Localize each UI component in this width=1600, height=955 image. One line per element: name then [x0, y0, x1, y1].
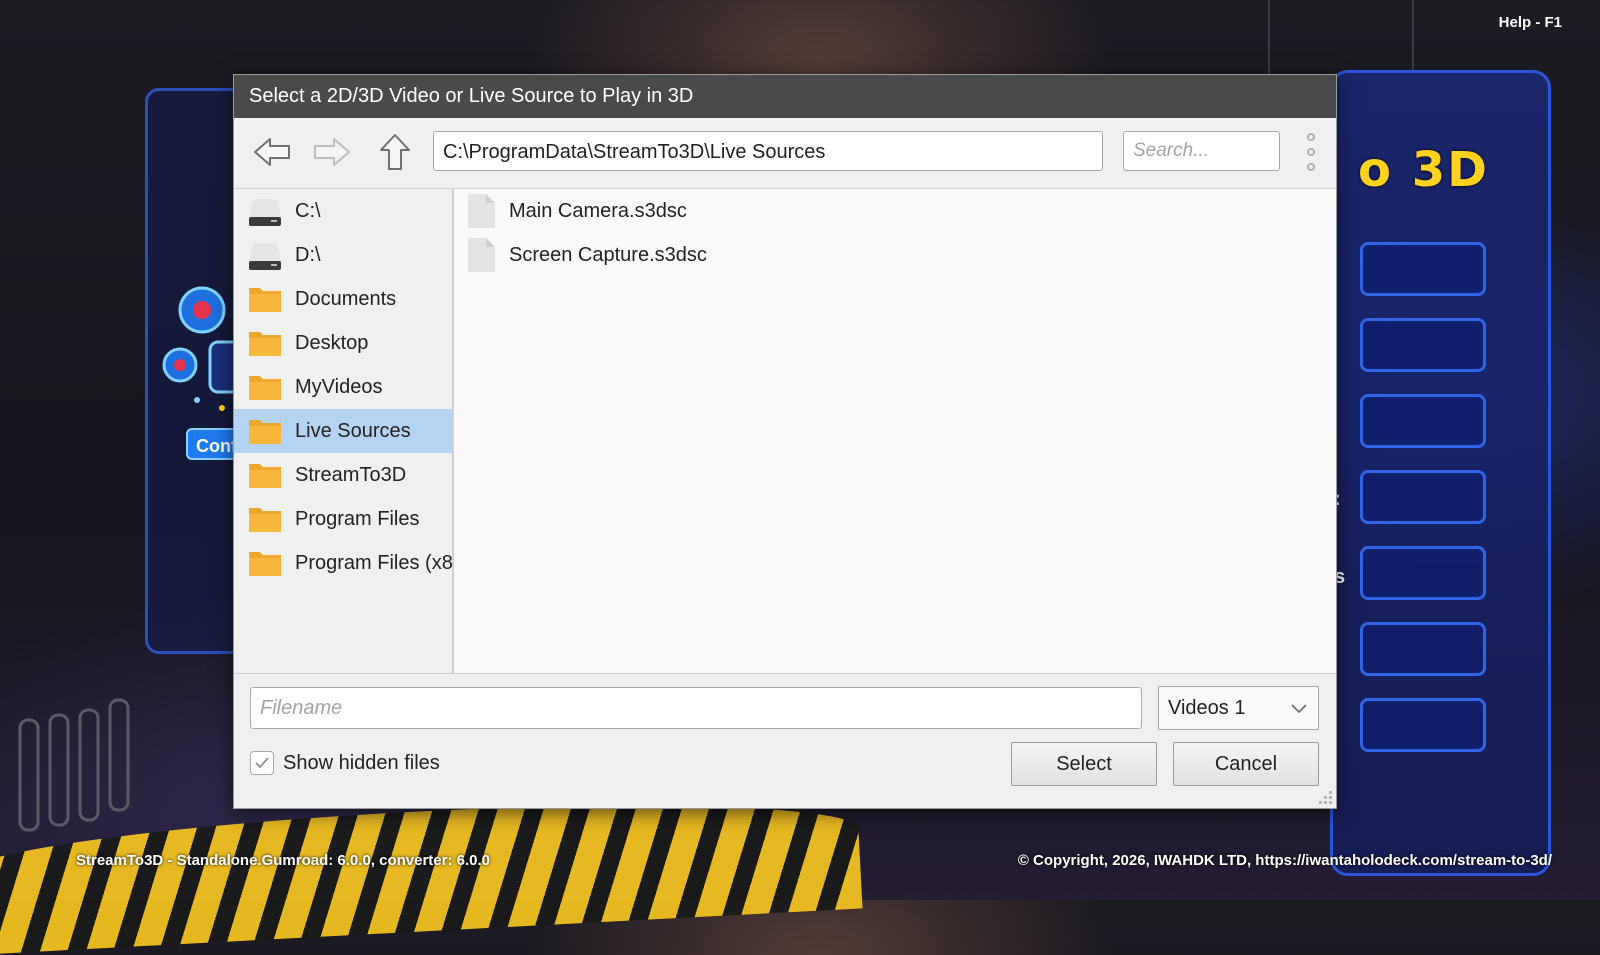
chevron-down-icon [1291, 704, 1307, 714]
folder-icon [249, 552, 281, 576]
sidebar-item-desktop[interactable]: Desktop [234, 321, 452, 365]
sidebar-item-myvideos[interactable]: MyVideos [234, 365, 452, 409]
sidebar-item-label: Live Sources [295, 419, 411, 442]
file-icon [468, 238, 495, 272]
show-hidden-checkbox[interactable] [250, 751, 274, 775]
sidebar-item-label: C:\ [295, 199, 321, 222]
background-menu-button [1360, 394, 1486, 448]
background-app-title: o 3D [1358, 142, 1489, 198]
drive-icon [249, 243, 281, 270]
version-footer: StreamTo3D - Standalone.Gumroad: 6.0.0, … [76, 852, 491, 869]
search-input[interactable] [1123, 131, 1280, 171]
file-list: Main Camera.s3dsc Screen Capture.s3dsc [454, 189, 1336, 673]
path-field[interactable]: C:\ProgramData\StreamTo3D\Live Sources [433, 131, 1103, 171]
sidebar-item-d-drive[interactable]: D:\ [234, 233, 452, 277]
file-type-dropdown[interactable]: Videos 1 [1158, 686, 1319, 730]
folder-icon [249, 464, 281, 488]
list-item[interactable]: Main Camera.s3dsc [454, 189, 1336, 233]
checkmark-icon [255, 757, 269, 769]
dialog-title: Select a 2D/3D Video or Live Source to P… [234, 75, 1336, 118]
forward-arrow-icon [314, 138, 350, 166]
folder-icon [249, 376, 281, 400]
sidebar-item-label: D:\ [295, 243, 321, 266]
film-reel-decoration [18, 698, 130, 832]
show-hidden-label: Show hidden files [283, 751, 440, 774]
resize-grip-icon[interactable] [1317, 789, 1333, 805]
drive-icon [249, 199, 281, 226]
sidebar-item-program-files-x86[interactable]: Program Files (x86) [234, 541, 452, 585]
copyright-footer: © Copyright, 2026, IWAHDK LTD, https://i… [1017, 852, 1552, 869]
places-sidebar: C:\ D:\ Documents Desktop MyVideos Live … [234, 189, 454, 673]
background-wire [1268, 0, 1270, 74]
help-hint: Help - F1 [1498, 14, 1562, 31]
folder-icon [249, 288, 281, 312]
more-options-button[interactable] [1300, 133, 1322, 171]
up-button[interactable] [373, 132, 417, 172]
sidebar-item-streamto3d[interactable]: StreamTo3D [234, 453, 452, 497]
sidebar-item-label: MyVideos [295, 375, 383, 398]
cancel-button[interactable]: Cancel [1173, 742, 1319, 786]
sidebar-item-label: Documents [295, 287, 397, 310]
sidebar-item-label: Desktop [295, 331, 369, 354]
sidebar-item-program-files[interactable]: Program Files [234, 497, 452, 541]
background-wire [1412, 0, 1414, 74]
background-menu-button [1360, 318, 1486, 372]
background-menu-button [1360, 470, 1486, 524]
background-menu-button [1360, 698, 1486, 752]
filename-input[interactable] [250, 687, 1142, 729]
back-arrow-icon [254, 138, 290, 166]
dialog-toolbar: C:\ProgramData\StreamTo3D\Live Sources [234, 118, 1336, 189]
file-name: Main Camera.s3dsc [509, 199, 687, 222]
up-arrow-icon [380, 134, 410, 170]
dialog-footer: Videos 1 Show hidden files Select Cancel [234, 673, 1336, 808]
sidebar-item-label: Program Files [295, 507, 420, 530]
folder-icon [249, 508, 281, 532]
select-button[interactable]: Select [1011, 742, 1157, 786]
sidebar-item-label: StreamTo3D [295, 463, 407, 486]
sidebar-item-c-drive[interactable]: C:\ [234, 189, 452, 233]
folder-icon [249, 420, 281, 444]
sidebar-item-label: Program Files (x86) [295, 551, 454, 574]
forward-button[interactable] [310, 132, 354, 172]
more-vertical-icon [1307, 133, 1315, 141]
sidebar-item-documents[interactable]: Documents [234, 277, 452, 321]
back-button[interactable] [250, 132, 294, 172]
show-hidden-files-toggle[interactable]: Show hidden files [250, 751, 440, 775]
folder-icon [249, 332, 281, 356]
sidebar-item-live-sources[interactable]: Live Sources [234, 409, 452, 453]
background-menu-button [1360, 622, 1486, 676]
file-type-value: Videos 1 [1168, 697, 1246, 719]
background-menu-button [1360, 242, 1486, 296]
file-icon [468, 194, 495, 228]
file-select-dialog: Select a 2D/3D Video or Live Source to P… [233, 74, 1337, 809]
background-menu-button [1360, 546, 1486, 600]
list-item[interactable]: Screen Capture.s3dsc [454, 233, 1336, 277]
file-name: Screen Capture.s3dsc [509, 243, 707, 266]
